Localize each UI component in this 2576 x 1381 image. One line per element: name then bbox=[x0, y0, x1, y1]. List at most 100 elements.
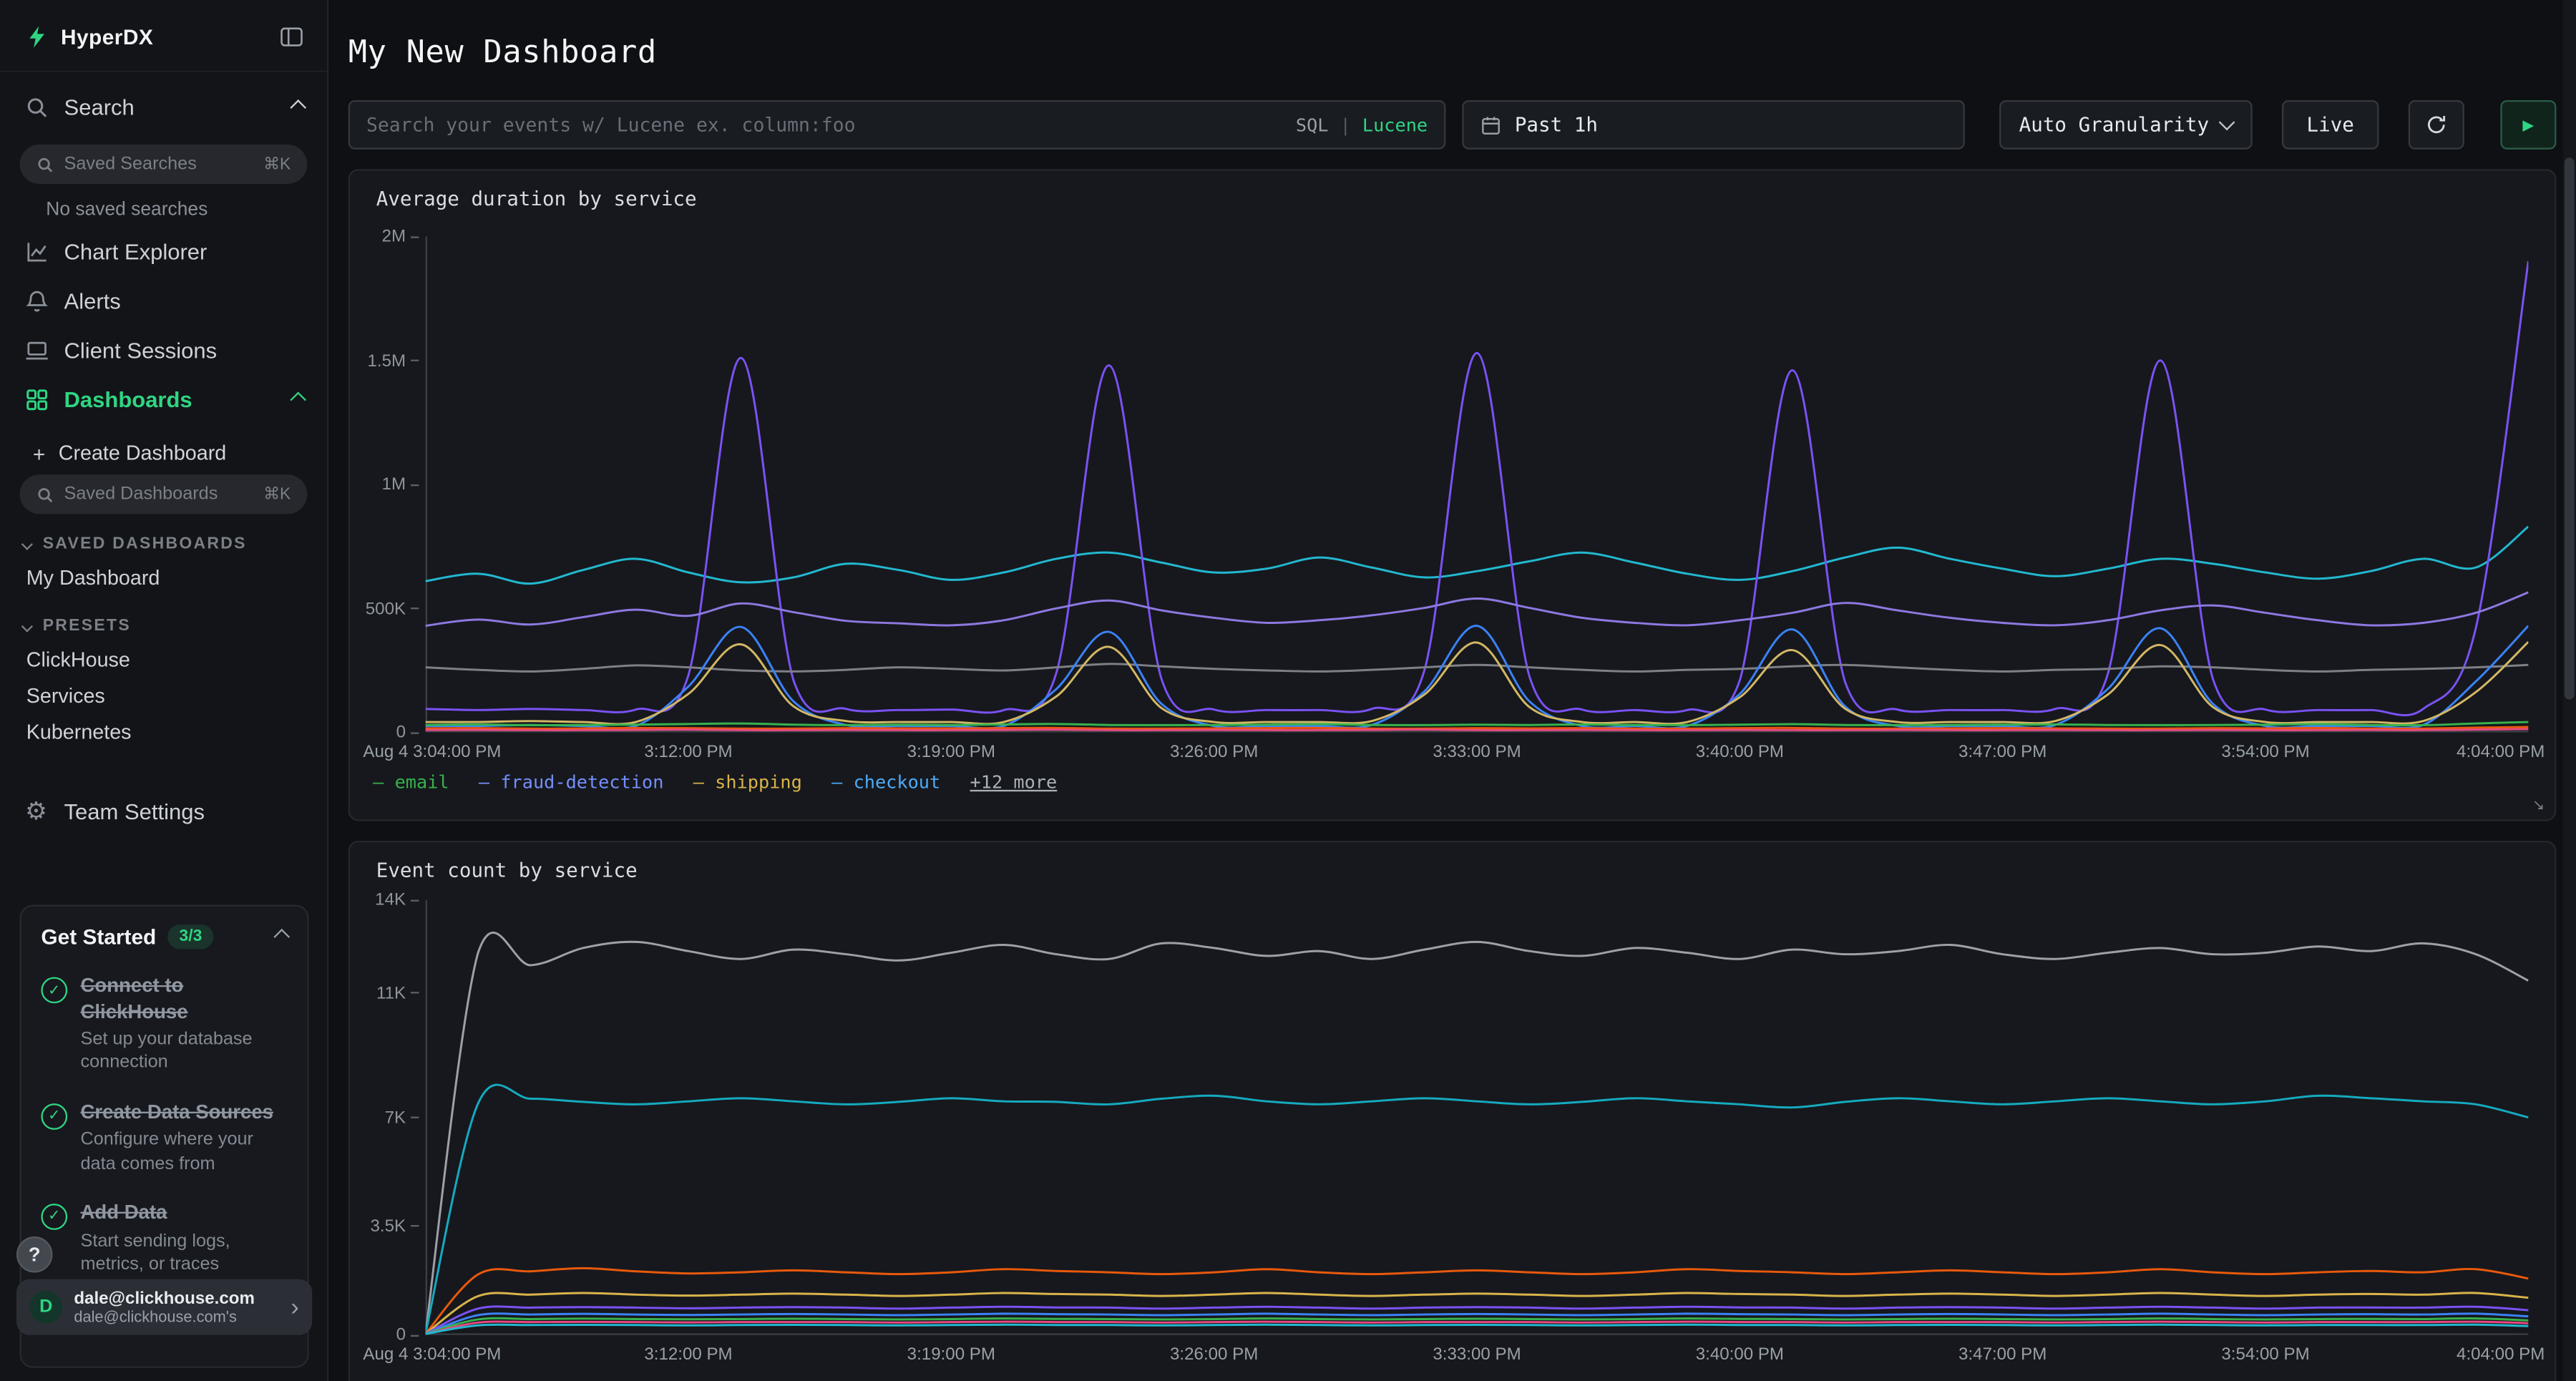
chart-title: Average duration by service bbox=[376, 187, 697, 210]
x-axis: Aug 4 3:04:00 PM3:12:00 PM3:19:00 PM3:26… bbox=[426, 1345, 2529, 1368]
saved-dashboards-input[interactable]: ⌘K bbox=[20, 474, 308, 514]
sidebar-item-label: Team Settings bbox=[64, 799, 304, 823]
progress-badge: 3/3 bbox=[167, 924, 213, 949]
sidebar-item-services[interactable]: Services bbox=[0, 678, 327, 714]
bell-icon bbox=[23, 288, 49, 314]
sidebar-item-chart-explorer[interactable]: Chart Explorer bbox=[0, 227, 327, 276]
help-button[interactable]: ? bbox=[16, 1236, 53, 1272]
x-tick-label: 3:19:00 PM bbox=[907, 1345, 995, 1365]
gear-icon: ⚙ bbox=[23, 798, 49, 824]
get-started-title: Get Started bbox=[41, 924, 156, 949]
x-tick-label: 3:47:00 PM bbox=[1958, 742, 2046, 762]
check-circle-icon: ✓ bbox=[41, 1103, 67, 1130]
plot-area[interactable] bbox=[426, 236, 2529, 732]
saved-searches-field[interactable] bbox=[64, 155, 254, 175]
event-search-bar[interactable]: SQL | Lucene bbox=[348, 100, 1446, 150]
x-tick-label: 3:26:00 PM bbox=[1170, 742, 1258, 762]
series-unlabeled-orange bbox=[426, 727, 2529, 728]
sql-toggle[interactable]: SQL bbox=[1296, 114, 1329, 135]
sidebar-item-client-sessions[interactable]: Client Sessions bbox=[0, 325, 327, 374]
user-org: dale@clickhouse.com's bbox=[74, 1308, 279, 1326]
y-tick-label: 1.5M bbox=[367, 351, 419, 371]
saved-searches-input[interactable]: ⌘K bbox=[20, 145, 308, 184]
hyperdx-logo-icon bbox=[23, 23, 49, 49]
saved-dashboards-section-header[interactable]: SAVED DASHBOARDS bbox=[0, 514, 327, 560]
y-tick-label: 2M bbox=[382, 227, 419, 247]
get-started-step[interactable]: ✓ Add Data Start sending logs, metrics, … bbox=[41, 1201, 287, 1277]
sidebar-item-kubernetes[interactable]: Kubernetes bbox=[0, 714, 327, 750]
step-title: Add Data bbox=[80, 1201, 287, 1226]
collapse-sidebar-icon[interactable] bbox=[278, 23, 304, 49]
dashboards-grid-icon bbox=[23, 386, 49, 412]
y-axis: 2M1.5M1M500K0 bbox=[350, 236, 419, 732]
play-icon: ▶ bbox=[2522, 117, 2534, 132]
x-tick-label: 3:54:00 PM bbox=[2221, 1345, 2309, 1365]
lucene-toggle[interactable]: Lucene bbox=[1362, 114, 1428, 135]
create-dashboard-button[interactable]: + Create Dashboard bbox=[0, 424, 327, 468]
magnifier-icon bbox=[36, 155, 54, 173]
series-unlabeled-teal bbox=[426, 1085, 2529, 1334]
hyperdx-app: HyperDX Search ⌘K No saved searches Cha bbox=[0, 0, 2576, 1381]
granularity-value: Auto Granularity bbox=[2019, 113, 2209, 136]
run-query-button[interactable]: ▶ bbox=[2500, 100, 2556, 150]
chevron-up-icon bbox=[290, 99, 306, 115]
sidebar-item-dashboards[interactable]: Dashboards bbox=[0, 374, 327, 424]
sidebar-item-my-dashboard[interactable]: My Dashboard bbox=[0, 560, 327, 596]
chevron-right-icon: › bbox=[291, 1295, 298, 1319]
get-started-header[interactable]: Get Started 3/3 bbox=[41, 924, 287, 949]
series-checkout bbox=[426, 1314, 2529, 1334]
legend-item[interactable]: — shipping bbox=[693, 772, 802, 794]
series-email bbox=[426, 722, 2529, 726]
legend-item[interactable]: — checkout bbox=[831, 772, 940, 794]
kbd-shortcut: ⌘K bbox=[263, 155, 291, 173]
step-desc: Configure where your data comes from bbox=[80, 1128, 287, 1176]
live-button[interactable]: Live bbox=[2282, 100, 2379, 150]
x-tick-label: 3:26:00 PM bbox=[1170, 1345, 1258, 1365]
sidebar-item-team-settings[interactable]: ⚙ Team Settings bbox=[0, 786, 327, 836]
event-search-input[interactable] bbox=[366, 113, 1283, 136]
chart-legend: — email — fraud-detection — shipping — chec… bbox=[373, 772, 2528, 794]
presets-section-header[interactable]: PRESETS bbox=[0, 596, 327, 642]
get-started-step[interactable]: ✓ Create Data Sources Configure where yo… bbox=[41, 1100, 287, 1176]
scrollbar-thumb[interactable] bbox=[2565, 157, 2575, 699]
plus-icon: + bbox=[33, 442, 45, 464]
sidebar: HyperDX Search ⌘K No saved searches Cha bbox=[0, 0, 328, 1381]
granularity-select[interactable]: Auto Granularity bbox=[1999, 100, 2253, 150]
legend-more-link[interactable]: +12 more bbox=[970, 772, 1058, 794]
calendar-icon bbox=[1480, 114, 1502, 135]
section-label-text: PRESETS bbox=[43, 618, 131, 635]
sidebar-header: HyperDX bbox=[0, 0, 327, 72]
chevron-down-icon bbox=[2219, 114, 2235, 131]
y-tick-label: 3.5K bbox=[370, 1216, 419, 1236]
resize-handle-icon[interactable]: ↘ bbox=[2532, 796, 2545, 814]
step-title: Create Data Sources bbox=[80, 1100, 287, 1126]
sidebar-item-alerts[interactable]: Alerts bbox=[0, 276, 327, 326]
y-tick-label: 14K bbox=[375, 890, 419, 910]
series-unlabeled-cyan bbox=[426, 1324, 2529, 1334]
step-title: Connect to ClickHouse bbox=[80, 974, 287, 1025]
page-scrollbar[interactable] bbox=[2563, 0, 2576, 1381]
y-tick-label: 11K bbox=[376, 983, 419, 1003]
x-tick-label: 3:12:00 PM bbox=[644, 742, 732, 762]
sidebar-item-clickhouse[interactable]: ClickHouse bbox=[0, 642, 327, 678]
refresh-button[interactable] bbox=[2409, 100, 2464, 150]
page-title: My New Dashboard bbox=[348, 34, 657, 70]
user-menu[interactable]: D dale@clickhouse.com dale@clickhouse.co… bbox=[16, 1279, 312, 1335]
sidebar-item-label: Dashboards bbox=[64, 386, 278, 411]
chevron-up-icon bbox=[273, 929, 290, 945]
sidebar-section-search[interactable]: Search bbox=[0, 72, 327, 138]
chevron-down-icon bbox=[21, 620, 33, 632]
plot-area[interactable] bbox=[426, 900, 2529, 1335]
legend-item[interactable]: — fraud-detection bbox=[479, 772, 664, 794]
x-tick-label: 3:33:00 PM bbox=[1433, 1345, 1521, 1365]
query-language-toggle[interactable]: SQL | Lucene bbox=[1296, 114, 1428, 135]
chart-canvas bbox=[426, 236, 2529, 732]
brand-name: HyperDX bbox=[61, 24, 266, 48]
x-tick-label: 3:19:00 PM bbox=[907, 742, 995, 762]
create-dashboard-label: Create Dashboard bbox=[59, 441, 227, 464]
saved-dashboards-field[interactable] bbox=[64, 484, 254, 504]
time-range-picker[interactable]: Past 1h bbox=[1462, 100, 1965, 150]
get-started-step[interactable]: ✓ Connect to ClickHouse Set up your data… bbox=[41, 974, 287, 1075]
x-tick-label: 3:40:00 PM bbox=[1696, 1345, 1784, 1365]
legend-item[interactable]: — email bbox=[373, 772, 449, 794]
